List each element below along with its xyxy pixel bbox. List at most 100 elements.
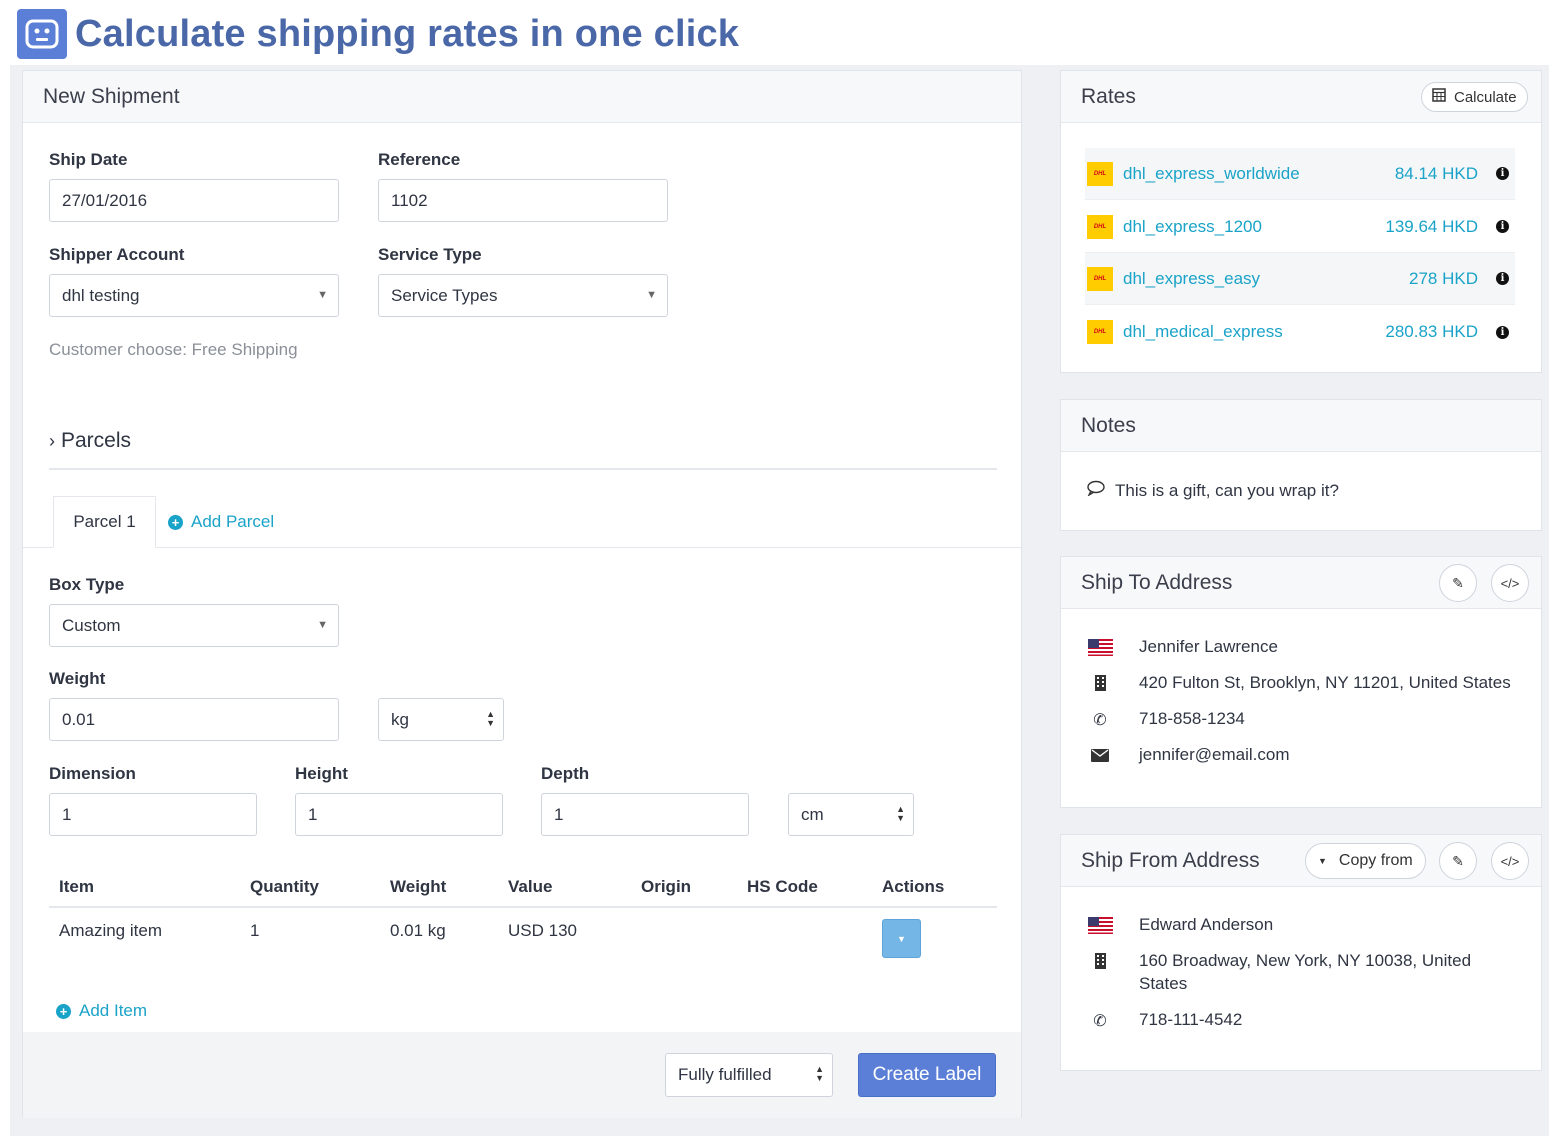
create-label-button[interactable]: Create Label <box>858 1053 996 1097</box>
dimension-label: Dimension <box>49 764 136 783</box>
code-icon: </> <box>1500 853 1520 869</box>
sender-address-line2: States <box>1139 974 1188 993</box>
envelope-icon <box>1087 749 1113 762</box>
panel-title: Ship From Address <box>1081 848 1260 872</box>
dimension-unit-select[interactable]: cm ▲ ▼ <box>788 793 914 836</box>
service-type-select[interactable]: Service Types ▼ <box>378 274 668 317</box>
rates-panel: Rates Calculate DHL dhl_express_worldwid… <box>1060 70 1542 373</box>
comment-icon <box>1087 480 1105 501</box>
reference-input[interactable]: 1102 <box>378 179 668 222</box>
ship-from-panel: Ship From Address ▼ Copy from ✎ </> Edwa… <box>1060 834 1542 1071</box>
bot-icon <box>17 9 67 59</box>
note-item: This is a gift, can you wrap it? <box>1087 480 1339 501</box>
phone-icon: ✆ <box>1093 712 1107 729</box>
caret-down-icon: ▼ <box>897 933 906 944</box>
hero-title: Calculate shipping rates in one click <box>75 12 740 55</box>
sort-icon: ▲ ▼ <box>486 709 495 728</box>
caret-down-icon: ▼ <box>1318 856 1327 866</box>
copy-from-button[interactable]: ▼ Copy from <box>1305 843 1426 879</box>
info-icon[interactable]: i <box>1496 220 1509 233</box>
pencil-icon: ✎ <box>1452 574 1464 591</box>
tab-parcel-1[interactable]: Parcel 1 <box>53 496 156 548</box>
shipper-account-select[interactable]: dhl testing ▼ <box>49 274 339 317</box>
info-icon[interactable]: i <box>1496 325 1509 339</box>
us-flag-icon <box>1087 917 1113 934</box>
add-parcel-link[interactable]: + Add Parcel <box>168 512 274 532</box>
panel-title: Ship To Address <box>1081 570 1233 594</box>
shipper-account-label: Shipper Account <box>49 245 185 264</box>
plus-circle-icon: + <box>168 514 183 530</box>
sort-icon: ▲ ▼ <box>896 804 905 823</box>
table-header-quantity: Quantity <box>250 877 319 896</box>
sender-phone: 718-111-4542 <box>1139 1010 1243 1029</box>
height-input[interactable]: 1 <box>295 793 503 836</box>
recipient-phone: 718-858-1234 <box>1139 709 1245 728</box>
recipient-name: Jennifer Lawrence <box>1139 637 1278 656</box>
dhl-logo-icon: DHL <box>1087 161 1113 186</box>
new-shipment-panel: New Shipment Ship Date 27/01/2016 Refere… <box>22 70 1022 1118</box>
dhl-logo-icon: DHL <box>1087 320 1113 344</box>
customer-choose-text: Customer choose: Free Shipping <box>49 340 298 359</box>
parcels-toggle[interactable]: › Parcels <box>49 429 131 453</box>
reference-label: Reference <box>378 150 461 169</box>
parcels-divider <box>49 468 997 470</box>
recipient-address: 420 Fulton St, Brooklyn, NY 11201, Unite… <box>1139 673 1511 692</box>
cell-quantity: 1 <box>250 921 260 940</box>
pencil-icon: ✎ <box>1452 852 1464 869</box>
notes-header: Notes <box>1061 400 1541 452</box>
box-type-select[interactable]: Custom ▼ <box>49 604 339 647</box>
caret-down-icon: ▼ <box>317 289 328 301</box>
table-header-hs-code: HS Code <box>747 877 818 896</box>
depth-label: Depth <box>541 764 590 783</box>
building-icon <box>1087 952 1113 970</box>
edit-pencil-button[interactable]: ✎ <box>1439 842 1477 880</box>
rate-row[interactable]: DHL dhl_express_1200 139.64 HKD i <box>1085 201 1515 253</box>
new-shipment-header: New Shipment <box>23 71 1021 123</box>
calculate-button[interactable]: Calculate <box>1421 82 1528 112</box>
dimension-input[interactable]: 1 <box>49 793 257 836</box>
code-icon: </> <box>1500 575 1520 591</box>
table-header-weight: Weight <box>390 877 447 896</box>
rate-row[interactable]: DHL dhl_medical_express 280.83 HKD i <box>1085 306 1515 358</box>
table-header-divider <box>49 906 997 908</box>
weight-input[interactable]: 0.01 <box>49 698 339 741</box>
us-flag-icon <box>1087 639 1113 656</box>
row-actions-dropdown[interactable]: ▼ <box>882 919 921 958</box>
code-view-button[interactable]: </> <box>1491 564 1529 602</box>
table-header-item: Item <box>59 877 94 896</box>
sort-icon: ▲ ▼ <box>815 1064 824 1083</box>
edit-pencil-button[interactable]: ✎ <box>1439 564 1477 602</box>
notes-panel: Notes This is a gift, can you wrap it? <box>1060 399 1542 531</box>
add-item-link[interactable]: + Add Item <box>56 1001 147 1021</box>
info-icon[interactable]: i <box>1496 167 1509 180</box>
chevron-right-icon: › <box>49 430 55 451</box>
cell-value: USD 130 <box>508 921 577 940</box>
dhl-logo-icon: DHL <box>1087 214 1113 239</box>
phone-icon: ✆ <box>1093 1013 1107 1030</box>
ship-to-panel: Ship To Address ✎ </> Jennifer Lawrence … <box>1060 556 1542 808</box>
table-header-actions: Actions <box>882 877 945 896</box>
cell-item: Amazing item <box>59 921 162 940</box>
weight-label: Weight <box>49 669 106 688</box>
rate-row[interactable]: DHL dhl_express_worldwide 84.14 HKD i <box>1085 148 1515 200</box>
sender-address-line1: 160 Broadway, New York, NY 10038, United <box>1139 951 1472 970</box>
panel-title: Rates <box>1081 84 1136 108</box>
ship-date-label: Ship Date <box>49 150 128 169</box>
cell-weight: 0.01 kg <box>390 921 446 940</box>
ship-date-input[interactable]: 27/01/2016 <box>49 179 339 222</box>
panel-title: New Shipment <box>43 84 180 108</box>
depth-input[interactable]: 1 <box>541 793 749 836</box>
caret-down-icon: ▼ <box>646 289 657 301</box>
building-icon <box>1087 674 1113 692</box>
code-view-button[interactable]: </> <box>1491 842 1529 880</box>
service-type-label: Service Type <box>378 245 482 264</box>
dhl-logo-icon: DHL <box>1087 266 1113 291</box>
rate-row[interactable]: DHL dhl_express_easy 278 HKD i <box>1085 253 1515 305</box>
table-header-origin: Origin <box>641 877 692 896</box>
weight-unit-select[interactable]: kg ▲ ▼ <box>378 698 504 741</box>
recipient-email: jennifer@email.com <box>1139 745 1290 764</box>
fulfillment-select[interactable]: Fully fulfilled ▲ ▼ <box>665 1053 833 1097</box>
info-icon[interactable]: i <box>1496 272 1509 285</box>
calculator-icon <box>1432 88 1446 106</box>
height-label: Height <box>295 764 348 783</box>
